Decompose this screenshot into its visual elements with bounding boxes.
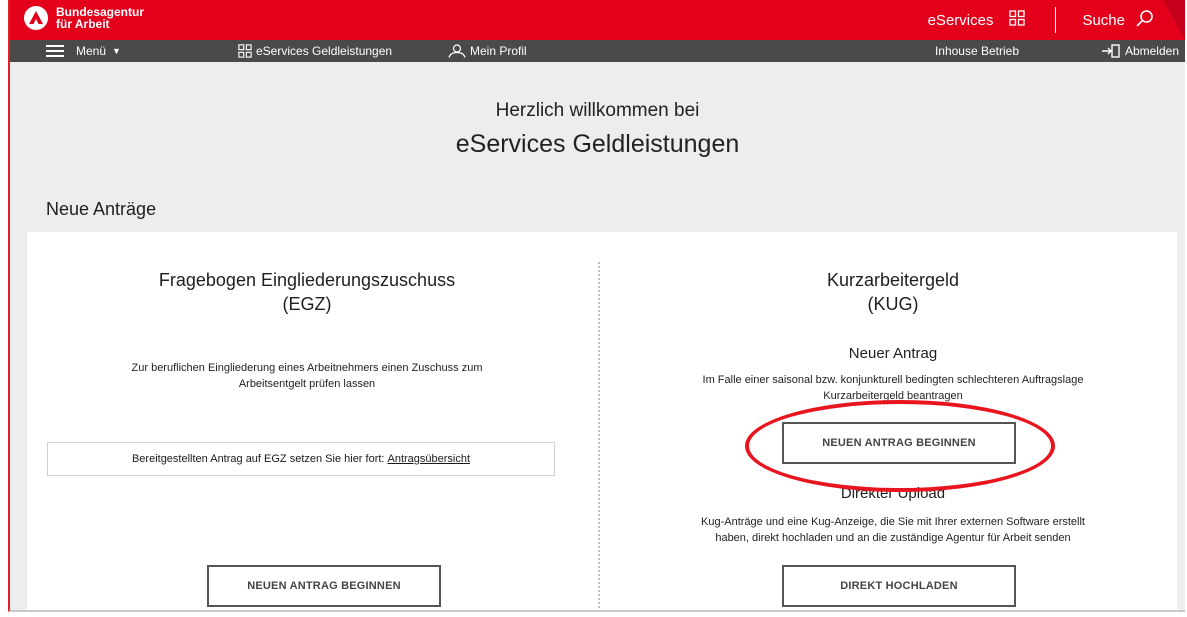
menu-label: Menü bbox=[76, 44, 107, 58]
kug-upload-desc-line1: Kug-Anträge und eine Kug-Anzeige, die Si… bbox=[701, 516, 1085, 528]
hamburger-icon bbox=[46, 45, 64, 57]
grid-icon bbox=[238, 44, 252, 58]
kug-upload-desc-line2: haben, direkt hochladen und an die zustä… bbox=[715, 532, 1071, 544]
egz-continue-text: Bereitgestellten Antrag auf EGZ setzen S… bbox=[131, 453, 385, 465]
egz-desc-line2: Arbeitsentgelt prüfen lassen bbox=[238, 378, 376, 390]
nav-eservices-label: eServices Geldleistungen bbox=[256, 44, 393, 58]
kug-title-line1: Kurzarbeitergeld bbox=[826, 270, 960, 290]
logo-text: Bundesagentur für Arbeit bbox=[56, 6, 144, 30]
navigation-bar: Menü ▼ eServices Geldleistungen Mein Pro… bbox=[10, 40, 1185, 62]
nav-profile-label: Mein Profil bbox=[470, 44, 527, 58]
egz-continue-box: Bereitgestellten Antrag auf EGZ setzen S… bbox=[47, 442, 555, 476]
nav-inhouse-betrieb[interactable]: Inhouse Betrieb bbox=[935, 44, 1019, 58]
page-title: eServices Geldleistungen bbox=[455, 130, 740, 158]
antragsuebersicht-link[interactable]: Antragsübersicht bbox=[387, 453, 470, 465]
egz-title-line2: (EGZ) bbox=[282, 294, 332, 314]
nav-my-profile[interactable]: Mein Profil bbox=[448, 44, 527, 58]
brand-line-2: für Arbeit bbox=[56, 17, 110, 31]
grid-icon[interactable] bbox=[1009, 10, 1026, 30]
egz-title-line1: Fragebogen Eingliederungszuschuss bbox=[158, 270, 456, 290]
egz-start-button[interactable]: NEUEN ANTRAG BEGINNEN bbox=[207, 565, 441, 607]
nav-eservices-geldleistungen[interactable]: eServices Geldleistungen bbox=[238, 44, 392, 58]
chevron-down-icon: ▼ bbox=[112, 46, 121, 56]
column-divider bbox=[598, 262, 600, 610]
egz-description: Zur beruflichen Eingliederung eines Arbe… bbox=[47, 360, 567, 392]
kug-new-heading: Neuer Antrag bbox=[848, 345, 938, 362]
top-header: Bundesagentur für Arbeit eServices Suche bbox=[10, 0, 1185, 40]
search-icon[interactable] bbox=[1135, 8, 1155, 32]
kug-title: Kurzarbeitergeld (KUG) bbox=[619, 268, 1167, 316]
kug-upload-heading: Direkter Upload bbox=[840, 485, 946, 502]
section-title: Neue Anträge bbox=[46, 199, 157, 219]
menu-button[interactable]: Menü ▼ bbox=[46, 44, 121, 58]
browser-frame: Bundesagentur für Arbeit eServices Suche bbox=[8, 0, 1185, 612]
kug-new-description: Im Falle einer saisonal bzw. konjunkture… bbox=[619, 372, 1167, 404]
search-link[interactable]: Suche bbox=[1082, 12, 1125, 29]
logout-button[interactable]: Abmelden bbox=[1101, 44, 1179, 58]
kug-new-desc-line1: Im Falle einer saisonal bzw. konjunkture… bbox=[702, 374, 1084, 386]
egz-title: Fragebogen Eingliederungszuschuss (EGZ) bbox=[47, 268, 567, 316]
kug-start-button[interactable]: NEUEN ANTRAG BEGINNEN bbox=[782, 422, 1016, 464]
nav-inhouse-label: Inhouse Betrieb bbox=[934, 44, 1019, 58]
egz-desc-line1: Zur beruflichen Eingliederung eines Arbe… bbox=[131, 362, 483, 374]
logo-icon bbox=[24, 6, 48, 30]
kug-upload-description: Kug-Anträge und eine Kug-Anzeige, die Si… bbox=[619, 514, 1167, 546]
kug-upload-button[interactable]: DIREKT HOCHLADEN bbox=[782, 565, 1016, 607]
kug-title-line2: (KUG) bbox=[867, 294, 919, 314]
header-divider bbox=[1055, 7, 1057, 33]
eservices-link[interactable]: eServices bbox=[928, 12, 994, 29]
kug-new-desc-line2: Kurzarbeitergeld beantragen bbox=[823, 390, 963, 402]
user-icon bbox=[448, 44, 466, 58]
logout-icon bbox=[1101, 44, 1120, 58]
applications-panel: Fragebogen Eingliederungszuschuss (EGZ) … bbox=[27, 232, 1177, 610]
top-header-actions: eServices Suche bbox=[928, 0, 1155, 40]
welcome-text: Herzlich willkommen bei bbox=[495, 100, 700, 121]
logout-label: Abmelden bbox=[1124, 44, 1179, 58]
corner-decoration bbox=[1163, 0, 1185, 40]
logo[interactable]: Bundesagentur für Arbeit bbox=[24, 6, 144, 30]
